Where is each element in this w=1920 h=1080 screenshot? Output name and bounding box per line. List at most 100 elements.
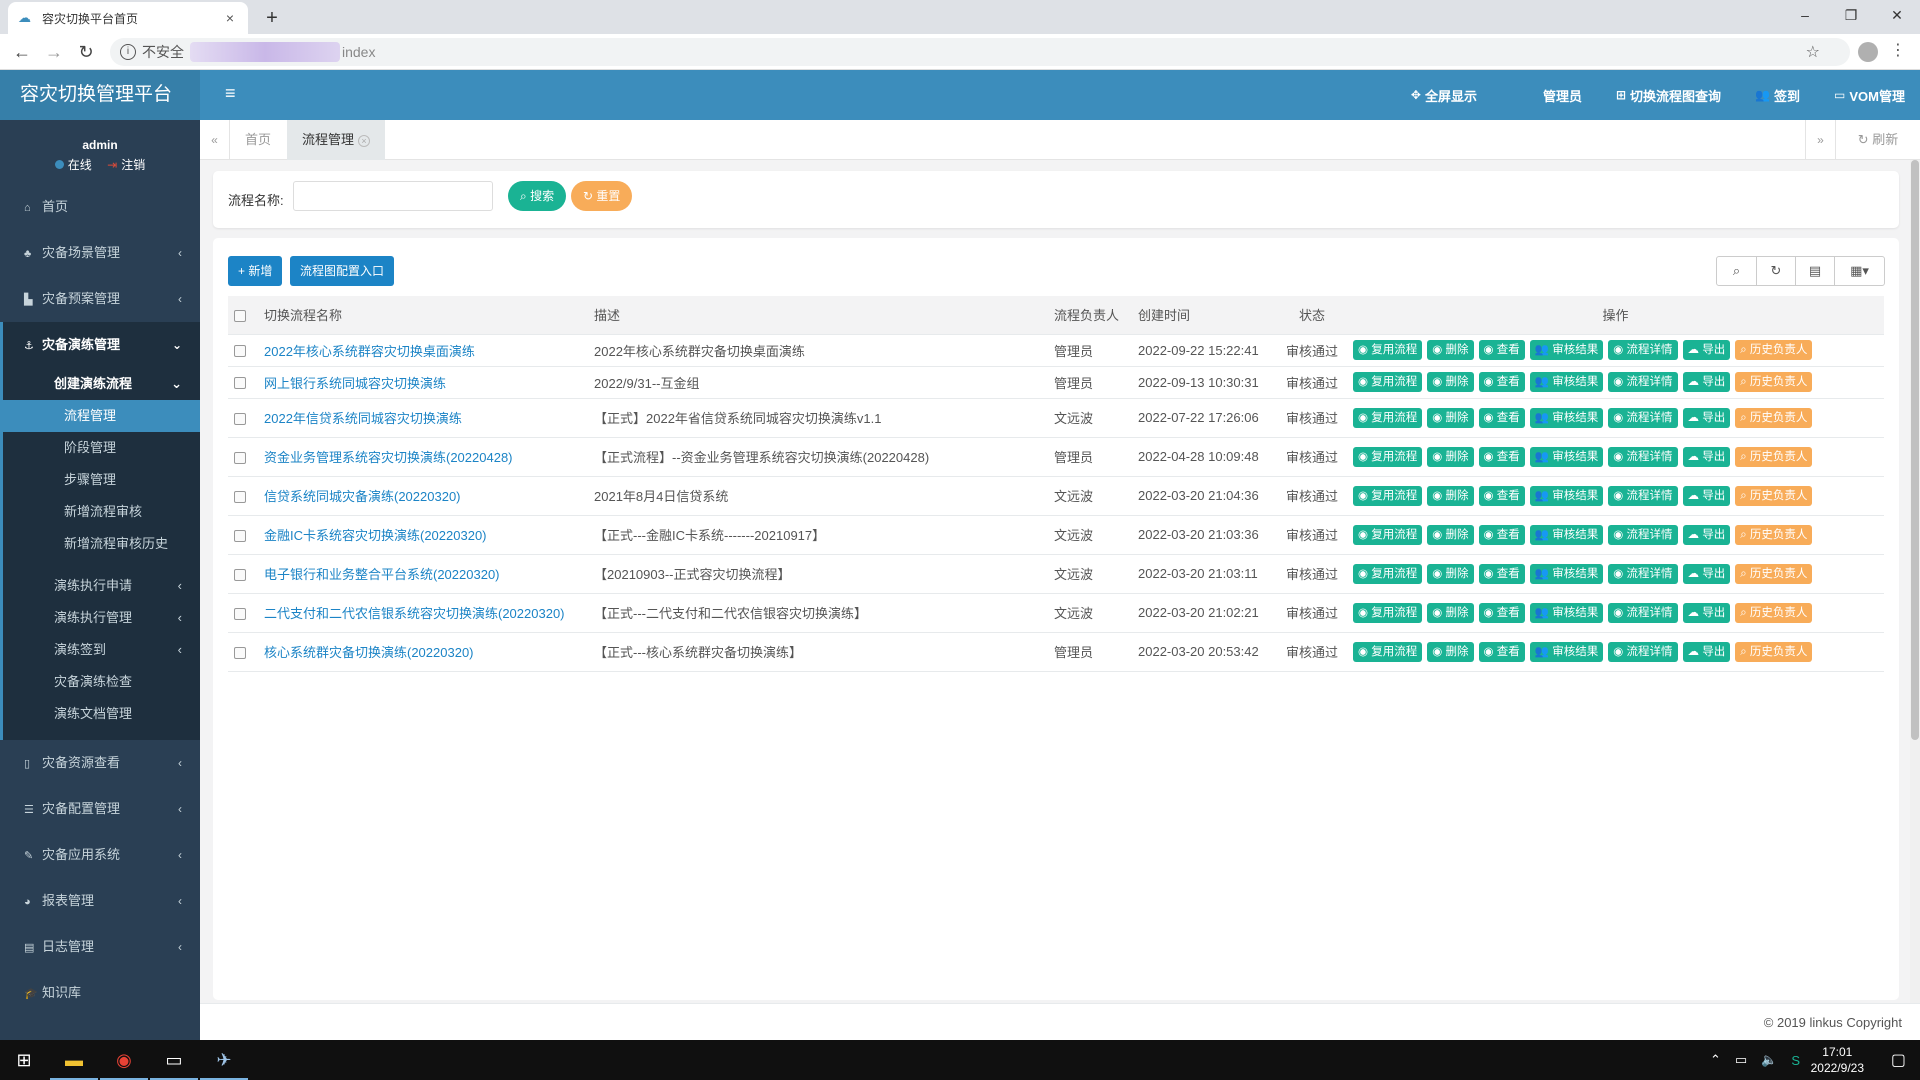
flow-name-link[interactable]: 2022年信贷系统同城容灾切换演练 <box>264 411 462 426</box>
reset-button[interactable]: ↻ 重置 <box>571 181 633 211</box>
table-row[interactable]: 网上银行系统同城容灾切换演练 2022/9/31--互金组 管理员 2022-09-1… <box>228 366 1884 399</box>
sidebar-item-create-flow[interactable]: 创建演练流程 ⌄ <box>3 368 200 400</box>
tab-home[interactable]: 首页 <box>230 120 286 160</box>
history-owner-button[interactable]: ⌕ 历史负责人 <box>1735 407 1813 428</box>
flow-detail-button[interactable]: ◉ 流程详情 <box>1608 563 1678 584</box>
col-header-name[interactable]: 切换流程名称 <box>258 296 588 335</box>
back-arrow-icon[interactable]: ← <box>8 38 36 66</box>
reuse-flow-button[interactable]: ◉ 复用流程 <box>1353 524 1423 545</box>
history-owner-button[interactable]: ⌕ 历史负责人 <box>1735 524 1813 545</box>
remote-desktop-icon[interactable]: ✈ <box>200 1040 248 1080</box>
export-button[interactable]: ☁ 导出 <box>1682 563 1731 584</box>
table-row[interactable]: 电子银行和业务整合平台系统(20220320) 【20210903--正式容灾切换… <box>228 554 1884 594</box>
history-owner-button[interactable]: ⌕ 历史负责人 <box>1735 602 1813 623</box>
col-header-desc[interactable]: 描述 <box>588 296 1048 335</box>
flow-detail-button[interactable]: ◉ 流程详情 <box>1608 407 1678 428</box>
delete-button[interactable]: ◉ 删除 <box>1427 641 1474 662</box>
review-result-button[interactable]: 👥 审核结果 <box>1529 563 1604 584</box>
export-button[interactable]: ☁ 导出 <box>1682 446 1731 467</box>
flow-detail-button[interactable]: ◉ 流程详情 <box>1608 524 1678 545</box>
delete-button[interactable]: ◉ 删除 <box>1427 602 1474 623</box>
delete-button[interactable]: ◉ 删除 <box>1427 340 1474 360</box>
view-button[interactable]: ◉ 查看 <box>1478 641 1525 662</box>
review-result-button[interactable]: 👥 审核结果 <box>1529 340 1604 360</box>
history-owner-button[interactable]: ⌕ 历史负责人 <box>1735 485 1813 506</box>
bookmark-star-icon[interactable]: ☆ <box>1806 42 1820 62</box>
scroll-tabs-left-icon[interactable]: « <box>200 120 230 160</box>
reuse-flow-button[interactable]: ◉ 复用流程 <box>1353 563 1423 584</box>
sidebar-item-logs[interactable]: ▤ 日志管理 ‹ <box>0 924 200 970</box>
flow-name-link[interactable]: 资金业务管理系统容灾切换演练(20220428) <box>264 450 513 465</box>
col-header-owner[interactable]: 流程负责人 <box>1048 296 1132 335</box>
sidebar-item-step-management[interactable]: 步骤管理 <box>3 464 200 496</box>
scrollbar-thumb[interactable] <box>1911 160 1919 740</box>
close-tab-icon[interactable]: × <box>358 135 371 147</box>
review-result-button[interactable]: 👥 审核结果 <box>1529 407 1604 428</box>
view-button[interactable]: ◉ 查看 <box>1478 485 1525 506</box>
sidebar-item-reports[interactable]: ◕ 报表管理 ‹ <box>0 878 200 924</box>
close-tab-icon[interactable]: × <box>222 10 238 26</box>
browser-menu-icon[interactable]: ⋮ <box>1890 40 1906 60</box>
toggle-view-icon[interactable]: ▤ <box>1795 257 1834 285</box>
volume-icon[interactable]: 🔈 <box>1761 1052 1777 1068</box>
row-checkbox[interactable] <box>234 451 246 464</box>
profile-avatar-icon[interactable] <box>1858 42 1878 62</box>
sidebar-item-drill-signin[interactable]: 演练签到 ‹ <box>3 634 200 666</box>
view-button[interactable]: ◉ 查看 <box>1478 340 1525 360</box>
flow-name-input[interactable] <box>293 181 493 211</box>
row-checkbox[interactable] <box>234 412 246 425</box>
export-button[interactable]: ☁ 导出 <box>1682 641 1731 662</box>
history-owner-button[interactable]: ⌕ 历史负责人 <box>1735 372 1813 392</box>
review-result-button[interactable]: 👥 审核结果 <box>1529 524 1604 545</box>
page-scrollbar[interactable] <box>1910 160 1920 1003</box>
flow-name-link[interactable]: 电子银行和业务整合平台系统(20220320) <box>264 567 500 582</box>
reuse-flow-button[interactable]: ◉ 复用流程 <box>1353 372 1423 392</box>
reuse-flow-button[interactable]: ◉ 复用流程 <box>1353 340 1423 360</box>
sidebar-item-stage-management[interactable]: 阶段管理 <box>3 432 200 464</box>
reload-icon[interactable]: ↻ <box>72 38 100 66</box>
columns-dropdown-icon[interactable]: ▦▾ <box>1834 257 1884 285</box>
view-button[interactable]: ◉ 查看 <box>1478 372 1525 392</box>
sidebar-item-flow-review[interactable]: 新增流程审核 <box>3 496 200 528</box>
sidebar-item-home[interactable]: ⌂ 首页 <box>0 184 200 230</box>
table-row[interactable]: 2022年信贷系统同城容灾切换演练 【正式】2022年省信贷系统同城容灾切换演练v… <box>228 398 1884 438</box>
sidebar-item-plan[interactable]: ▙ 灾备预案管理 ‹ <box>0 276 200 322</box>
sidebar-item-drill[interactable]: ⚓ 灾备演练管理 ⌄ <box>0 322 200 368</box>
table-row[interactable]: 2022年核心系统群容灾切换桌面演练 2022年核心系统群灾备切换桌面演练 管理员 2… <box>228 334 1884 367</box>
minimize-window-button[interactable]: – <box>1782 0 1828 30</box>
logout-link[interactable]: 注销 <box>121 158 145 172</box>
flowchart-query-button[interactable]: ⊞ 切换流程图查询 <box>1616 86 1721 105</box>
row-checkbox[interactable] <box>234 377 246 390</box>
flow-name-link[interactable]: 网上银行系统同城容灾切换演练 <box>264 376 446 391</box>
view-button[interactable]: ◉ 查看 <box>1478 524 1525 545</box>
select-all-checkbox[interactable] <box>234 309 246 322</box>
delete-button[interactable]: ◉ 删除 <box>1427 407 1474 428</box>
scroll-tabs-right-icon[interactable]: » <box>1805 120 1835 160</box>
vom-management-button[interactable]: ▭ VOM管理 <box>1834 86 1905 105</box>
signin-button[interactable]: 👥 签到 <box>1755 86 1800 105</box>
refresh-icon[interactable]: ↻ <box>1756 257 1795 285</box>
row-checkbox[interactable] <box>234 345 246 358</box>
review-result-button[interactable]: 👥 审核结果 <box>1529 602 1604 623</box>
sidebar-toggle-icon[interactable]: ≡ <box>225 83 236 104</box>
delete-button[interactable]: ◉ 删除 <box>1427 446 1474 467</box>
col-header-created[interactable]: 创建时间 <box>1132 296 1277 335</box>
windows-start-icon[interactable]: ⊞ <box>0 1040 48 1080</box>
row-checkbox[interactable] <box>234 607 246 620</box>
address-bar[interactable]: i 不安全 index ☆ <box>110 38 1850 66</box>
forward-arrow-icon[interactable]: → <box>40 38 68 66</box>
sidebar-item-flow-management[interactable]: 流程管理 <box>3 400 200 432</box>
sidebar-item-exec-management[interactable]: 演练执行管理 ‹ <box>3 602 200 634</box>
row-checkbox[interactable] <box>234 568 246 581</box>
add-button[interactable]: + 新增 <box>228 256 283 286</box>
reuse-flow-button[interactable]: ◉ 复用流程 <box>1353 446 1423 467</box>
delete-button[interactable]: ◉ 删除 <box>1427 485 1474 506</box>
close-window-button[interactable]: ✕ <box>1874 0 1920 30</box>
history-owner-button[interactable]: ⌕ 历史负责人 <box>1735 446 1813 467</box>
file-explorer-icon[interactable]: ▬ <box>50 1040 98 1080</box>
table-row[interactable]: 金融IC卡系统容灾切换演练(20220320) 【正式---金融IC卡系统----… <box>228 515 1884 555</box>
review-result-button[interactable]: 👥 审核结果 <box>1529 372 1604 392</box>
export-button[interactable]: ☁ 导出 <box>1682 524 1731 545</box>
admin-user-menu[interactable]: 管理员 <box>1543 86 1582 105</box>
search-icon[interactable]: ⌕ <box>1717 257 1756 285</box>
